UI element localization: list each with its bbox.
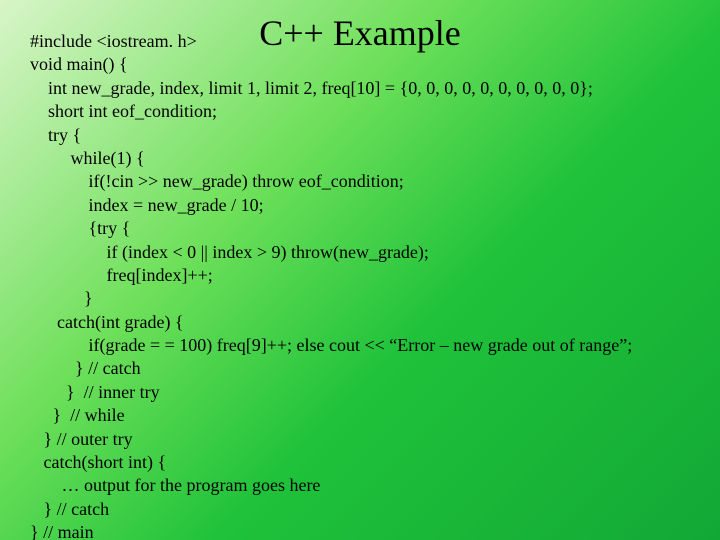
- code-block: #include <iostream. h> void main() { int…: [30, 30, 700, 540]
